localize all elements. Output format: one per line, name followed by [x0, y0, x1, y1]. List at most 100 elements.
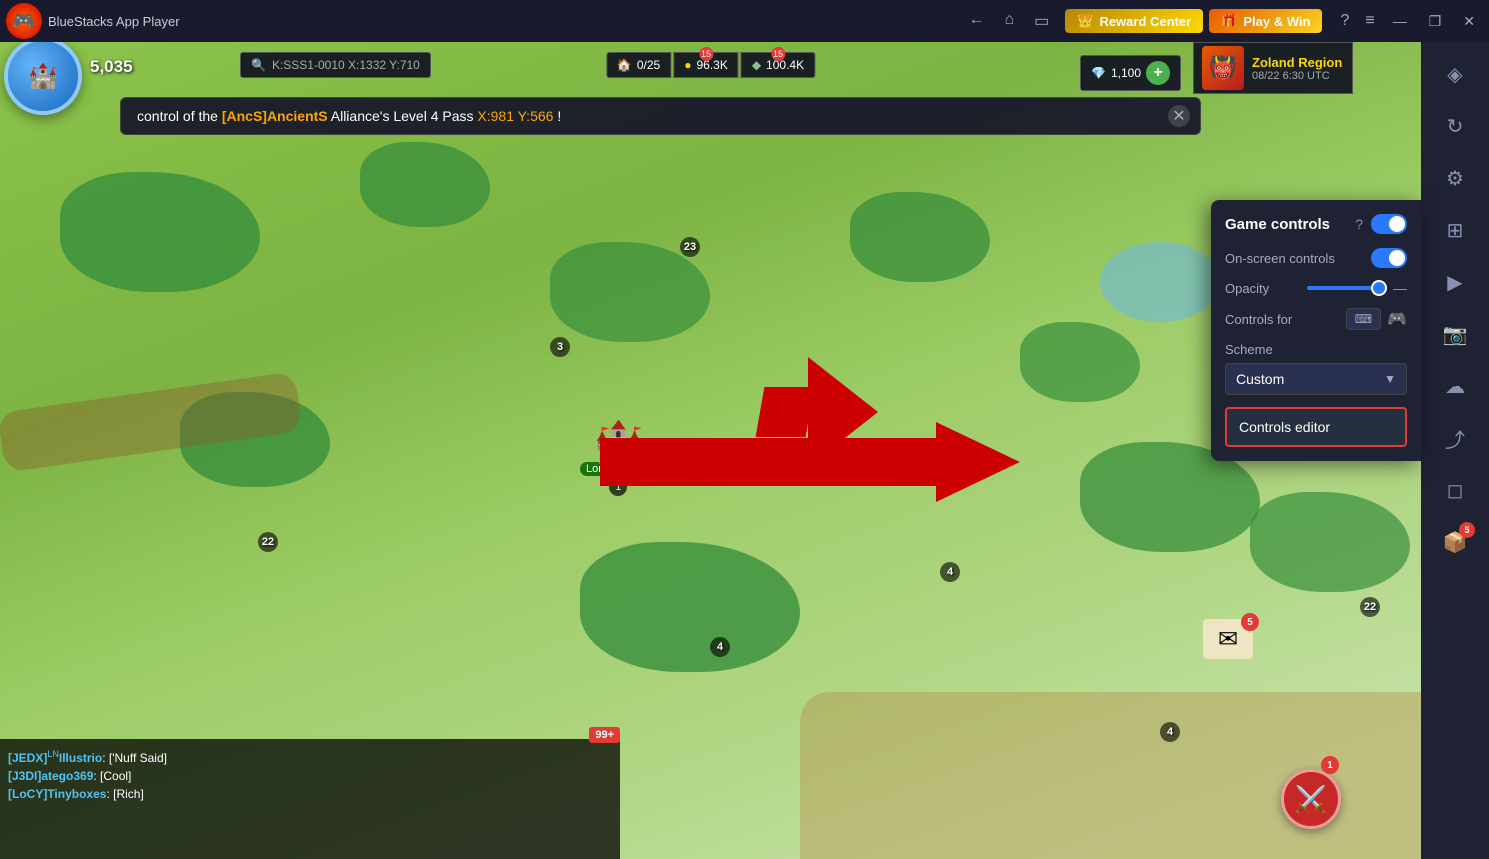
food-amount: 100.4K: [766, 58, 804, 72]
sidebar-item-sync[interactable]: ⤴: [1431, 414, 1479, 462]
unit-23: 23: [680, 237, 700, 257]
sidebar-item-square[interactable]: ◻: [1431, 466, 1479, 514]
reward-center-label: Reward Center: [1099, 14, 1191, 29]
world-map-icon: ◈: [1447, 62, 1462, 87]
sidebar-badge: 5: [1459, 522, 1475, 538]
unit-badge: 4: [1160, 722, 1180, 742]
region-portrait: 👹 Zoland Region 08/22 6:30 UTC: [1193, 42, 1353, 94]
player-score: 5,035: [90, 57, 133, 77]
macro-icon: ▶: [1447, 270, 1462, 295]
sidebar-item-multi-instance[interactable]: ⊞: [1431, 206, 1479, 254]
gold-icon: ●: [684, 58, 691, 72]
chat-name-2: [J3DI]atego369: [8, 769, 93, 783]
on-screen-toggle[interactable]: [1371, 248, 1407, 268]
location-bar: 🔍 K:SSS1-0010 X:1332 Y:710: [240, 52, 431, 78]
restore-button[interactable]: ❐: [1419, 9, 1452, 34]
opacity-minus-icon: —: [1393, 280, 1407, 296]
sidebar-item-rotate[interactable]: ↻: [1431, 102, 1479, 150]
scheme-label: Scheme: [1225, 342, 1407, 357]
controls-for-label: Controls for: [1225, 312, 1292, 327]
announcement-text: control of the [AncS]AncientS Alliance's…: [137, 108, 561, 124]
search-icon: 🔍: [251, 58, 266, 72]
on-screen-toggle-thumb: [1389, 250, 1405, 266]
menu-icon[interactable]: ≡: [1357, 8, 1382, 34]
keyboard-icon: ⌨: [1355, 312, 1372, 326]
help-icon-btn[interactable]: ?: [1355, 216, 1363, 232]
game-controls-toggle[interactable]: [1371, 214, 1407, 234]
home-button[interactable]: ⌂: [998, 7, 1020, 35]
sidebar-item-screenshot[interactable]: 📷: [1431, 310, 1479, 358]
region-info: Zoland Region 08/22 6:30 UTC: [1252, 55, 1342, 82]
mail-button[interactable]: ✉ 5: [1203, 619, 1253, 659]
panel-header: Game controls ?: [1225, 214, 1407, 234]
cloud-icon: ☁: [1445, 374, 1465, 399]
forest-decoration: [850, 192, 990, 282]
play-win-label: Play & Win: [1243, 14, 1310, 29]
play-win-button[interactable]: 🎁 Play & Win: [1209, 9, 1322, 33]
unit-3: 3: [550, 337, 570, 357]
on-screen-label: On-screen controls: [1225, 251, 1335, 266]
gold-resource: 15 ● 96.3K: [673, 52, 739, 78]
minimize-button[interactable]: —: [1383, 9, 1417, 33]
window-controls: — ❐ ✕: [1383, 9, 1485, 34]
panel-title: Game controls: [1225, 216, 1330, 233]
back-button[interactable]: ←: [962, 7, 990, 35]
square-icon: ◻: [1447, 478, 1464, 503]
chat-name-3: [LoCY]Tinyboxes: [8, 787, 106, 801]
chat-msg-1: : ['Nuff Said]: [102, 751, 167, 765]
reward-crown-icon: 👑: [1077, 13, 1093, 29]
forest-decoration: [360, 142, 490, 227]
right-sidebar: ◈ ↻ ⚙ ⊞ ▶ 📷 ☁ ⤴ ◻ 📦 5: [1421, 42, 1489, 859]
sidebar-item-settings[interactable]: ⚙: [1431, 154, 1479, 202]
sidebar-item-macro[interactable]: ▶: [1431, 258, 1479, 306]
sidebar-item-package[interactable]: 📦 5: [1431, 518, 1479, 566]
house-resource: 🏠 0/25: [606, 52, 671, 78]
settings-icon: ⚙: [1446, 166, 1464, 191]
rotate-icon: ↻: [1447, 114, 1464, 139]
unit-4-mid: 4: [940, 562, 960, 582]
player-avatar[interactable]: 🏰: [4, 42, 82, 115]
controls-editor-button[interactable]: Controls editor: [1225, 407, 1407, 447]
scheme-value: Custom: [1236, 371, 1284, 387]
forest-decoration: [550, 242, 710, 342]
ann-coords: X:981 Y:566: [477, 108, 553, 124]
crossblade-badge: 1: [1321, 756, 1339, 774]
sidebar-item-world-map[interactable]: ◈: [1431, 50, 1479, 98]
food-resource: 15 ◆ 100.4K: [741, 52, 815, 78]
opacity-slider[interactable]: —: [1307, 280, 1407, 296]
red-arrow-2: [600, 422, 1020, 502]
ann-alliance: [AncS]AncientS: [222, 108, 328, 124]
gold-amount: 96.3K: [696, 58, 727, 72]
tabs-button[interactable]: ▭: [1028, 7, 1055, 35]
chat-name-1b: Illustrio: [59, 751, 102, 765]
add-gems-button[interactable]: +: [1146, 61, 1170, 85]
chat-line-3: [LoCY]Tinyboxes: [Rich]: [0, 785, 620, 803]
gamepad-icon[interactable]: 🎮: [1387, 309, 1407, 329]
forest-decoration: [580, 542, 800, 672]
reward-center-button[interactable]: 👑 Reward Center: [1065, 9, 1203, 33]
dropdown-arrow-icon: ▼: [1384, 372, 1396, 386]
opacity-label: Opacity: [1225, 281, 1269, 296]
chat-msg-3: : [Rich]: [106, 787, 143, 801]
region-name: Zoland Region: [1252, 55, 1342, 70]
close-button[interactable]: ✕: [1453, 9, 1485, 34]
announcement-close-button[interactable]: ✕: [1168, 105, 1190, 127]
ann-suffix: !: [557, 108, 561, 124]
ann-middle: Alliance's Level 4 Pass: [331, 108, 478, 124]
game-area[interactable]: 🏰 5,035 🔍 K:SSS1-0010 X:1332 Y:710 🏠 0/2…: [0, 42, 1421, 859]
crossblade-button[interactable]: ⚔️: [1281, 769, 1341, 829]
announcement-banner: control of the [AncS]AncientS Alliance's…: [120, 97, 1201, 135]
region-date: 08/22 6:30 UTC: [1252, 70, 1342, 82]
gems-resource: 💎 1,100 +: [1080, 55, 1181, 91]
region-portrait-image: 👹: [1202, 46, 1244, 90]
scheme-dropdown[interactable]: Custom ▼: [1225, 363, 1407, 395]
sidebar-item-cloud[interactable]: ☁: [1431, 362, 1479, 410]
chat-badge: 99+: [589, 727, 620, 743]
keyboard-icon-button[interactable]: ⌨: [1346, 308, 1381, 330]
play-win-icon: 🎁: [1221, 13, 1237, 29]
help-icon[interactable]: ?: [1332, 8, 1357, 34]
unit-badge: 4: [710, 637, 730, 657]
multi-instance-icon: ⊞: [1447, 218, 1464, 243]
house-count: 0/25: [637, 58, 660, 72]
unit-4-bot: 4: [710, 637, 730, 657]
